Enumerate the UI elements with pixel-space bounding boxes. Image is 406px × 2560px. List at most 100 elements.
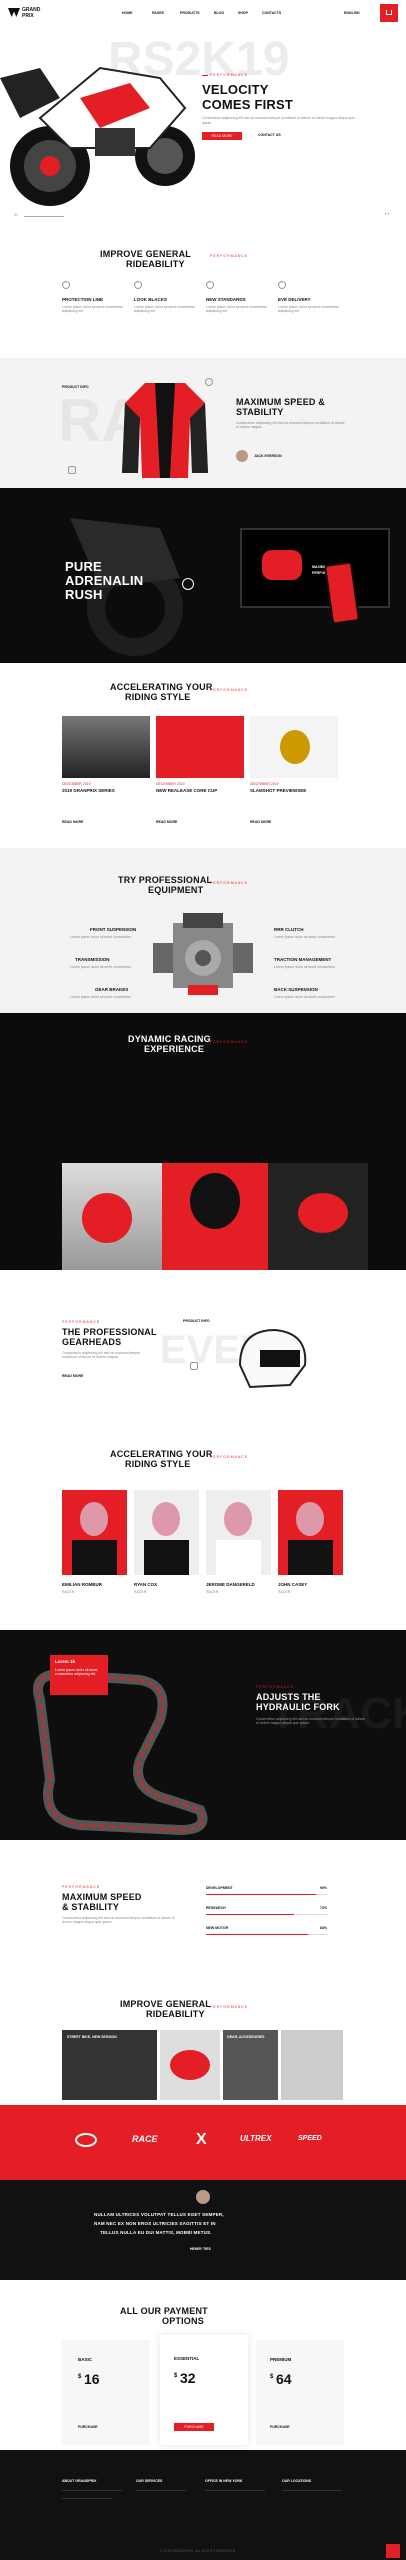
equipment-right-text: Lorem ipsum dolor sit amet consectetur xyxy=(274,965,336,969)
racing-title-2: EXPERIENCE xyxy=(144,1044,205,1054)
team-member-name: RYAN COX xyxy=(134,1582,158,1587)
hero-section: RS2K19 PERFORMANCE VELOCITY COMES FIRST … xyxy=(0,28,406,223)
team-section: ACCELERATING YOUR RIDING STYLE PERFORMAN… xyxy=(0,1425,406,1630)
skill-value: 72% xyxy=(320,1906,328,1910)
pricing-card: PREMIUM $ 64 PURCHASE xyxy=(256,2340,344,2445)
author-name: JACK EVERSON xyxy=(254,454,282,458)
jacket-image xyxy=(122,383,208,478)
testimonial-section: NULLAM ULTRICES VOLUTPAT TELLUS EGET SEM… xyxy=(0,2180,406,2280)
speed-text: Consectetur adipiscing elit sed do eiusm… xyxy=(236,421,345,429)
skill-value: 90% xyxy=(320,1886,328,1890)
equipment-left-title: FRONT SUSPENSION xyxy=(90,927,137,932)
product-info-label: PRODUCT INFO xyxy=(62,385,89,389)
helmet-thumb-icon[interactable] xyxy=(190,1362,198,1370)
fork-subtitle: PERFORMANCE xyxy=(256,1685,295,1689)
quote-line-2: NAM NEC EX NON EROS ULTRICIES SAGITTIS E… xyxy=(94,2221,216,2226)
copyright: © 2019 GRANDPRIX. ALL RIGHTS RESERVED xyxy=(160,2549,236,2553)
news-title-link[interactable]: 2019 GRANPRIX SERIES xyxy=(62,788,115,794)
news-image[interactable] xyxy=(156,716,244,778)
nav-home[interactable]: HOME xyxy=(122,11,133,16)
footer-line xyxy=(62,2490,122,2491)
hero-subtitle: PERFORMANCE xyxy=(210,73,249,77)
fork-text: Consectetur adipiscing elit sed do eiusm… xyxy=(256,1717,365,1725)
hero-prev-icon[interactable]: ‹ › xyxy=(385,211,389,217)
racing-image-1[interactable] xyxy=(62,1163,162,1270)
gallery-image[interactable] xyxy=(160,2030,220,2100)
team-member-name: JOHN CASEY xyxy=(278,1582,308,1587)
equipment-left-text: Lorem ipsum dolor sit amet consectetur xyxy=(70,965,132,969)
team-photo[interactable] xyxy=(206,1490,271,1575)
gallery-title-2: RIDEABILITY xyxy=(146,2009,205,2019)
brand-logo-ultrex[interactable]: ULTREX xyxy=(240,2134,271,2144)
gearheads-title-2: GEARHEADS xyxy=(62,1337,122,1347)
fork-title-2: HYDRAULIC FORK xyxy=(256,1702,340,1712)
feature-title: LOOK BLACKS xyxy=(134,297,167,302)
team-member-name: JEROME DANGERELD xyxy=(206,1582,255,1587)
product-section: RA PRODUCT INFO MAXIMUM SPEED & STABILIT… xyxy=(0,358,406,488)
nav-products[interactable]: PRODUCTS xyxy=(180,11,200,16)
brand-logo-x[interactable]: X xyxy=(196,2131,207,2149)
news-image[interactable] xyxy=(62,716,150,778)
team-photo[interactable] xyxy=(278,1490,343,1575)
rideability-title-2: RIDEABILITY xyxy=(126,259,185,269)
plan-currency: $ xyxy=(78,2374,82,2380)
language-selector[interactable]: ENGLISH xyxy=(344,11,360,16)
equipment-left-text: Lorem ipsum dolor sit amet consectetur xyxy=(70,995,132,999)
stability-subtitle: PERFORMANCE xyxy=(62,1885,101,1889)
skill-fill xyxy=(206,1934,309,1935)
brand-logo-speed[interactable]: SPEED xyxy=(298,2135,322,2143)
equipment-right-title: TRACTION MANAGEMENT xyxy=(274,957,332,962)
skill-label: NEW MOTOR xyxy=(206,1926,229,1930)
hero-read-more-button[interactable]: READ MORE xyxy=(202,132,242,140)
truck-icon xyxy=(278,281,286,289)
nav-contacts[interactable]: CONTACTS xyxy=(262,11,281,16)
helmet-image xyxy=(238,1328,307,1389)
plan-name: ESSENTIAL xyxy=(174,2356,200,2361)
news-title-link[interactable]: SLAMSHOT PREVIEWSEE xyxy=(250,788,306,794)
gallery-image[interactable]: GEAR, ACCESSORIES xyxy=(223,2030,278,2100)
hero-text: Consectetur adipiscing elit sed do eiusm… xyxy=(202,116,355,125)
nav-pages[interactable]: PAGES xyxy=(152,11,164,16)
stability-section: PERFORMANCE MAXIMUM SPEED & STABILITY Co… xyxy=(0,1840,406,1980)
play-button[interactable] xyxy=(182,578,194,590)
plan-purchase-button[interactable]: PURCHASE xyxy=(78,2425,98,2430)
plan-purchase-button[interactable]: PURCHASE xyxy=(270,2425,290,2430)
skill-label: DEVELOPMENT xyxy=(206,1886,233,1890)
racing-image-2[interactable] xyxy=(162,1163,268,1270)
gallery-image[interactable] xyxy=(281,2030,343,2100)
quote-line-1: NULLAM ULTRICES VOLUTPAT TELLUS EGET SEM… xyxy=(94,2212,224,2217)
logo-icon[interactable] xyxy=(8,8,20,17)
racing-image-3[interactable] xyxy=(268,1163,368,1270)
equipment-right-text: Lorem ipsum dolor sit amet consectetur xyxy=(274,935,336,939)
news-image[interactable] xyxy=(250,716,338,778)
equipment-left-title: GEAR BRAKES xyxy=(95,987,129,992)
news-read-more[interactable]: READ MORE xyxy=(250,820,271,825)
speed-title-2: STABILITY xyxy=(236,407,284,417)
news-read-more[interactable]: READ MORE xyxy=(62,820,83,825)
plan-price: 16 xyxy=(84,2371,100,2387)
glove-icon[interactable] xyxy=(68,466,76,474)
brand-logo-1[interactable] xyxy=(75,2133,97,2147)
gearheads-subtitle: PERFORMANCE xyxy=(62,1320,101,1324)
gallery-image[interactable]: STREET BIKE, NEW SESSION xyxy=(62,2030,157,2100)
racing-subtitle: PERFORMANCE xyxy=(210,1040,249,1044)
gearheads-read-more[interactable]: READ MORE xyxy=(62,1374,83,1379)
plan-purchase-button[interactable]: PURCHASE xyxy=(174,2423,214,2431)
news-tag: DECEMBER 2019 xyxy=(250,782,279,786)
team-photo[interactable] xyxy=(62,1490,127,1575)
brand-logo-race[interactable]: RACE xyxy=(132,2134,158,2145)
cart-icon xyxy=(386,10,392,15)
team-photo[interactable] xyxy=(134,1490,199,1575)
hero-contact-link[interactable]: CONTACT US xyxy=(258,133,281,138)
gallery-caption: STREET BIKE, NEW SESSION xyxy=(67,2035,117,2039)
feature-text: Lorem ipsum dolor sit amet consectetur a… xyxy=(62,305,124,313)
back-to-top-button[interactable] xyxy=(386,2544,400,2558)
plan-name: BASIC xyxy=(78,2357,93,2362)
track-card: Lorem 1k Lorem ipsum dolor sit amet, con… xyxy=(50,1655,108,1695)
news-title-link[interactable]: NEW REALEASE CORE CUP xyxy=(156,788,217,794)
helmet-icon xyxy=(206,281,214,289)
nav-shop[interactable]: SHOP xyxy=(238,11,248,16)
nav-blog[interactable]: BLOG xyxy=(214,11,224,16)
footer-col-title: OUR SERVICES xyxy=(136,2479,163,2483)
news-read-more[interactable]: READ MORE xyxy=(156,820,177,825)
